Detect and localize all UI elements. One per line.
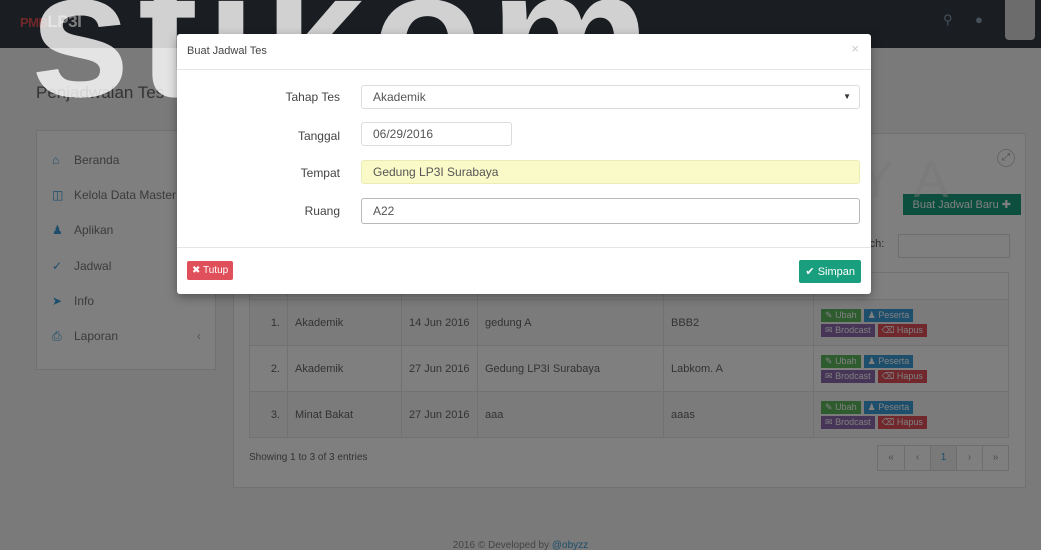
dialog-title: Buat Jadwal Tes: [187, 45, 267, 57]
tanggal-label: Tanggal: [297, 129, 340, 143]
dialog-header-divider: [177, 69, 871, 70]
close-button-label: Tutup: [203, 265, 229, 276]
check-icon: ✔: [805, 266, 815, 278]
save-button-label: Simpan: [817, 266, 855, 278]
close-button[interactable]: ✖ Tutup: [187, 261, 234, 280]
caret-down-icon: ▼: [843, 92, 851, 101]
tanggal-datepicker[interactable]: 06/29/2016: [361, 122, 512, 146]
tahap-tes-label: Tahap Tes: [285, 90, 341, 104]
tahap-tes-value: Akademik: [373, 90, 426, 104]
tanggal-value: 06/29/2016: [373, 127, 434, 141]
create-schedule-dialog: Buat Jadwal Tes × Tahap Tes Akademik ▼ T…: [177, 34, 871, 294]
ruang-label: Ruang: [304, 204, 340, 218]
tahap-tes-select[interactable]: Akademik ▼: [361, 85, 860, 109]
save-button[interactable]: ✔ Simpan: [799, 260, 861, 283]
x-icon: ✖: [192, 265, 201, 276]
ruang-input[interactable]: [361, 198, 860, 224]
tempat-input[interactable]: [361, 160, 860, 184]
dialog-footer-divider: [177, 247, 871, 248]
tempat-label: Tempat: [300, 166, 340, 180]
close-icon[interactable]: ×: [851, 41, 859, 56]
